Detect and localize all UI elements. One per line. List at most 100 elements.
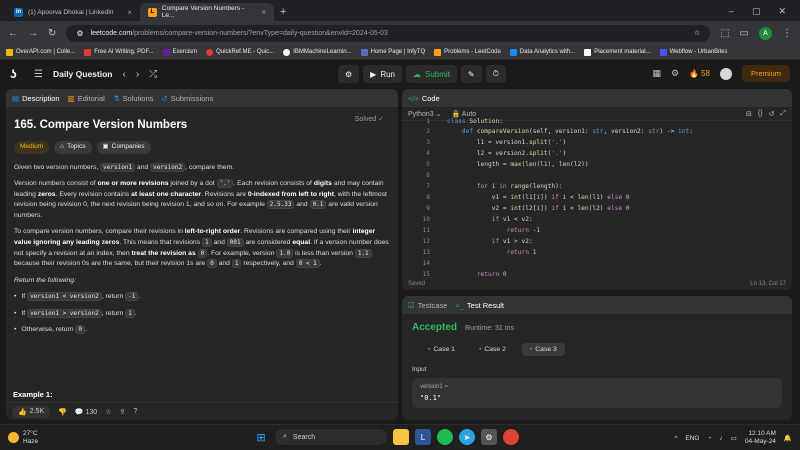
daily-question-link[interactable]: Daily Question [53, 69, 113, 79]
weather-widget[interactable]: 27°C Haze [0, 430, 38, 445]
sidepanel-icon[interactable]: ▭ [740, 28, 749, 39]
user-avatar[interactable] [719, 67, 732, 80]
bookmark-item[interactable]: Problems - LeetCode [434, 48, 501, 56]
case-tab[interactable]: Case 1 [420, 343, 463, 356]
case-tab[interactable]: Case 3 [521, 343, 565, 356]
bookmark-star-icon[interactable]: ☆ [694, 29, 700, 37]
notification-bell-icon[interactable]: 🔔 [784, 434, 792, 442]
leetcode-logo-icon[interactable]: ʖ [10, 67, 24, 81]
tab-editorial[interactable]: ▥ Editorial [68, 94, 105, 103]
bookmark-item[interactable]: OverAPI.com | Colle... [6, 48, 75, 56]
bookmark-item[interactable]: Placement material... [584, 48, 651, 56]
time: 12:10 AM [748, 430, 776, 437]
maximize-icon[interactable]: ▢ [752, 6, 761, 17]
case-tab[interactable]: Case 2 [471, 343, 514, 356]
description-panel: ▤ Description ▥ Editorial ⚗ Solutions ↺ Subm… [6, 89, 398, 420]
chrome-icon[interactable] [503, 429, 519, 445]
url-input[interactable]: ⚙ leetcode.com/problems/compare-version-… [66, 24, 711, 42]
close-icon[interactable]: × [261, 8, 266, 17]
bookmark-item[interactable]: Exercism [162, 48, 197, 56]
fullscreen-icon[interactable]: ⤢ [780, 110, 786, 118]
streak-counter[interactable]: 🔥 58 [689, 69, 710, 78]
companies-chip[interactable]: ▣ Companies [96, 140, 151, 154]
forward-icon[interactable]: → [28, 28, 38, 39]
spotify-icon[interactable] [437, 429, 453, 445]
code-tab[interactable]: </> Code [408, 94, 440, 103]
browser-tab-leetcode[interactable]: L Compare Version Numbers - Le... × [140, 3, 274, 21]
taskbar-search[interactable]: ⌕ Search [275, 429, 387, 445]
bookmark-icon[interactable]: ⊟ [746, 110, 752, 118]
shuffle-icon[interactable]: ⤮ [149, 69, 157, 80]
site-info-icon[interactable]: ⚙ [76, 29, 83, 38]
tab-solutions[interactable]: ⚗ Solutions [113, 94, 154, 103]
bookmark-favicon-icon [162, 48, 170, 56]
line-number: 11 [422, 227, 430, 234]
layout-icon[interactable]: ▦ [653, 68, 662, 79]
premium-button[interactable]: Premium [741, 65, 790, 82]
tab-testcase[interactable]: ☑ Testcase [408, 301, 447, 310]
tab-description[interactable]: ▤ Description [12, 94, 60, 103]
run-button[interactable]: ▶ Run [363, 65, 403, 83]
bookmark-item[interactable]: Free AI Writing, PDF... [84, 48, 154, 56]
tab-submissions[interactable]: ↺ Submissions [161, 94, 213, 103]
language-indicator[interactable]: ENG [685, 435, 699, 442]
menu-icon[interactable]: ⋮ [782, 28, 792, 39]
document-icon: ▤ [12, 93, 20, 103]
tab-label: Test Result [466, 300, 505, 310]
submit-button[interactable]: ☁ Submit [406, 65, 457, 83]
code-editor[interactable]: 1 class Solution: 2 def compareVersion(se… [402, 118, 792, 290]
windows-start-icon[interactable]: ⊞ [253, 429, 269, 445]
reload-icon[interactable]: ↻ [48, 28, 56, 39]
problem-list-icon[interactable]: ☰ [34, 69, 43, 80]
telegram-icon[interactable]: ➤ [459, 429, 475, 445]
window-close-icon[interactable]: ✕ [778, 6, 786, 17]
thumbs-down-icon[interactable]: 👎 [58, 408, 67, 416]
next-problem-icon[interactable]: › [136, 69, 139, 80]
wifi-icon[interactable]: ◔ [707, 435, 711, 442]
close-icon[interactable]: × [127, 8, 132, 17]
battery-icon[interactable]: ▭ [731, 434, 737, 442]
bookmark-item[interactable]: Webflow - UrbanBites [659, 48, 728, 56]
notes-button[interactable]: ✎ [460, 65, 482, 83]
volume-icon[interactable]: ♪ [719, 435, 722, 442]
lock-icon: ▣ [102, 143, 109, 151]
language-select[interactable]: Python3 ⌄ [408, 110, 442, 118]
fire-icon: 🔥 [689, 69, 700, 78]
browser-tab-linkedin[interactable]: in (1) Apoorva Dhokai | LinkedIn × [6, 3, 140, 21]
app-l-icon[interactable]: L [415, 429, 431, 445]
code-line: if v1 > v2: [491, 238, 533, 245]
new-tab-icon[interactable]: + [274, 6, 292, 21]
line-number: 10 [422, 216, 430, 223]
back-icon[interactable]: ← [8, 28, 18, 39]
star-icon[interactable]: ☆ [105, 408, 111, 416]
editor-status-bar: Saved Ln 13, Col 17 [402, 278, 792, 290]
file-explorer-icon[interactable] [393, 429, 409, 445]
chip-label: Companies [111, 143, 145, 151]
help-icon[interactable]: ? [133, 408, 137, 415]
settings-icon[interactable]: ⚙ [481, 429, 497, 445]
like-button[interactable]: 👍 2.5K [12, 405, 51, 418]
description-footer: 👍 2.5K 👎 💬 130 ☆ ⇪ ? [6, 402, 398, 420]
tray-chevron-icon[interactable]: ^ [674, 435, 677, 442]
settings-gear-icon[interactable]: ⚙ [671, 68, 679, 79]
profile-avatar[interactable]: A [759, 26, 772, 40]
bookmark-item[interactable]: QuickRef.ME - Quic... [206, 48, 274, 56]
autosave-toggle[interactable]: 🔒 Auto [452, 110, 477, 118]
debug-button[interactable]: ⚙ [338, 65, 360, 83]
timer-button[interactable]: ⏱ [485, 65, 506, 83]
bookmark-item[interactable]: IBMMachineLearnin... [283, 48, 352, 56]
prev-problem-icon[interactable]: ‹ [122, 69, 125, 80]
tab-test-result[interactable]: >_ Test Result [455, 301, 504, 310]
bug-icon: ⚙ [345, 69, 353, 79]
clock[interactable]: 12:10 AM 04-May-24 [745, 430, 776, 447]
comments-button[interactable]: 💬 130 [75, 408, 97, 416]
share-icon[interactable]: ⇪ [119, 408, 125, 416]
bookmark-item[interactable]: Home Page | InfyTQ [360, 48, 425, 56]
braces-icon[interactable]: {} [758, 110, 763, 118]
bookmark-favicon-icon [360, 48, 368, 56]
reset-icon[interactable]: ↺ [769, 110, 775, 118]
extensions-icon[interactable]: ⬚ [720, 28, 729, 39]
minimize-icon[interactable]: – [729, 6, 734, 17]
bookmark-item[interactable]: Data Analytics with... [509, 48, 575, 56]
topics-chip[interactable]: ⌂ Topics [54, 140, 92, 154]
